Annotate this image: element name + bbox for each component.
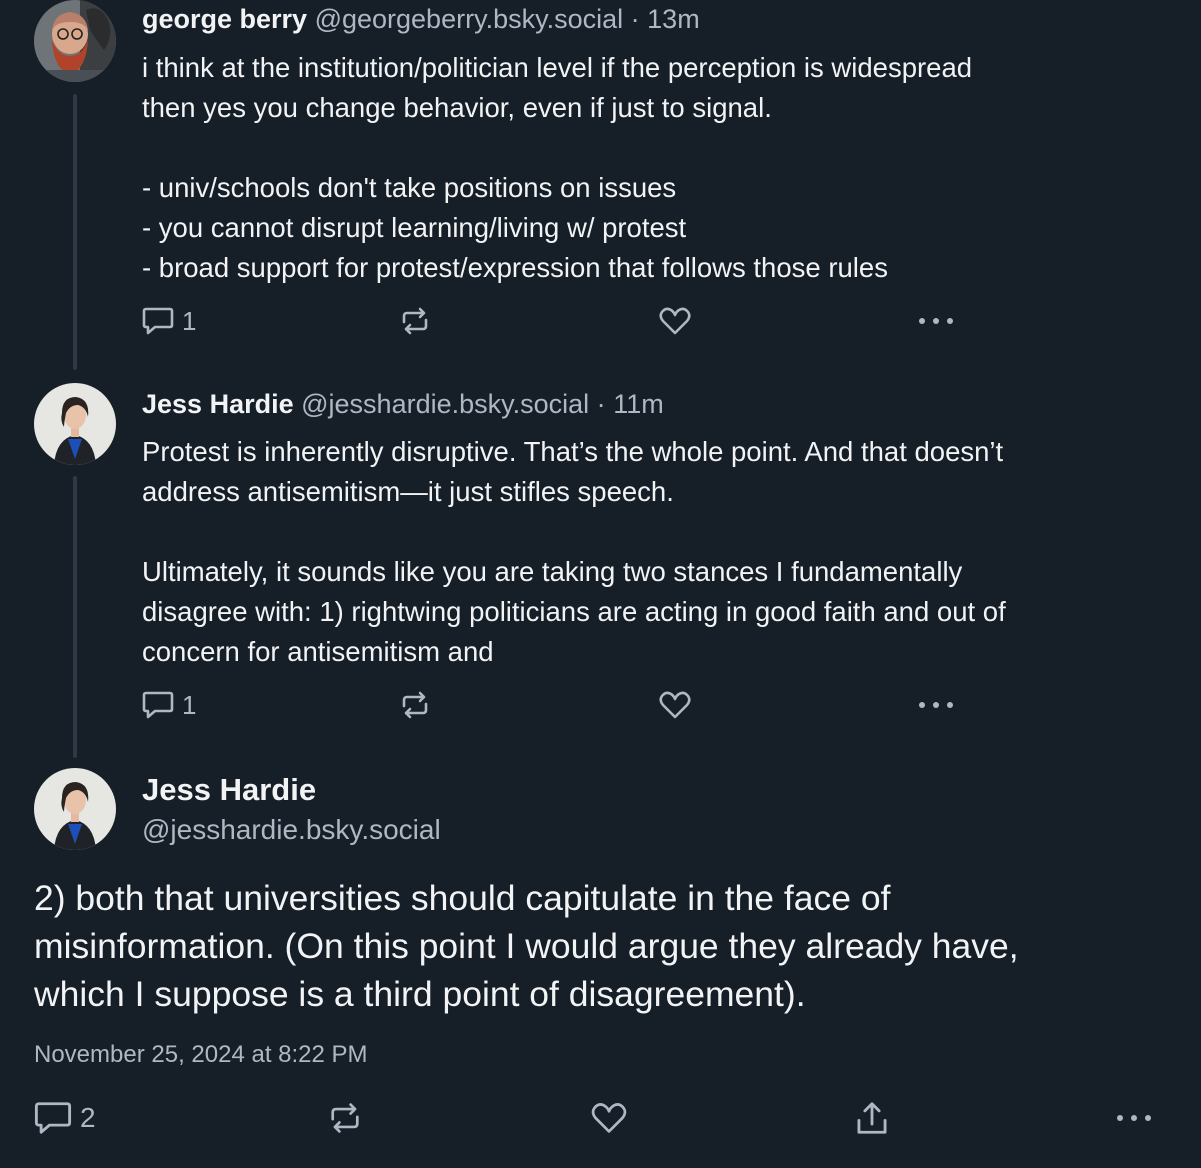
post-line: then yes you change behavior, even if ju… <box>142 92 772 123</box>
post-line: i think at the institution/politician le… <box>142 52 973 83</box>
post-line: - you cannot disrupt learning/living w/ … <box>142 212 687 243</box>
more-dots-icon <box>919 702 953 708</box>
share-button[interactable] <box>854 1096 890 1140</box>
post-actions: 1 <box>142 687 1162 723</box>
reply-count: 1 <box>182 305 197 336</box>
post-line: which I suppose is a third point of disa… <box>34 974 806 1014</box>
like-button[interactable] <box>658 687 692 723</box>
reply-count: 1 <box>182 689 197 720</box>
avatar[interactable] <box>34 768 116 850</box>
avatar[interactable] <box>34 0 116 82</box>
post-header: Jess Hardie @jesshardie.bsky.social · 11… <box>142 387 664 421</box>
repost-arrows-icon <box>402 307 428 335</box>
speech-bubble-icon <box>34 1102 72 1134</box>
reply-button[interactable]: 2 <box>34 1096 96 1140</box>
post-actions: 1 <box>142 303 1162 339</box>
avatar[interactable] <box>34 383 116 465</box>
post-line: disagree with: 1) rightwing politicians … <box>142 596 1006 627</box>
post-text: Protest is inherently disruptive. That’s… <box>142 432 1172 672</box>
post-line: misinformation. (On this point I would a… <box>34 926 1019 966</box>
author-handle[interactable]: @jesshardie.bsky.social <box>142 812 441 848</box>
reply-button[interactable]: 1 <box>142 687 196 723</box>
more-options-button[interactable] <box>916 687 956 723</box>
post-text: i think at the institution/politician le… <box>142 48 1172 288</box>
post-timestamp: November 25, 2024 at 8:22 PM <box>34 1041 368 1068</box>
reply-count: 2 <box>80 1102 96 1133</box>
more-dots-icon <box>1117 1115 1151 1121</box>
repost-button[interactable] <box>326 1096 364 1140</box>
heart-icon <box>659 691 691 719</box>
repost-button[interactable] <box>398 687 432 723</box>
post-time[interactable]: 13m <box>647 4 700 34</box>
thread-connector <box>73 94 77 370</box>
woman-portrait-avatar-icon <box>34 768 116 850</box>
author-handle[interactable]: @jesshardie.bsky.social <box>301 389 589 419</box>
repost-button[interactable] <box>398 303 432 339</box>
post-line: concern for antisemitism and <box>142 636 494 667</box>
repost-arrows-icon <box>331 1103 359 1133</box>
post-line: Protest is inherently disruptive. That’s… <box>142 436 1004 467</box>
speech-bubble-icon <box>142 691 174 719</box>
post-line: - univ/schools don't take positions on i… <box>142 172 677 203</box>
author-name[interactable]: Jess Hardie <box>142 389 294 419</box>
separator: · <box>630 4 640 34</box>
share-icon <box>857 1102 887 1134</box>
author-name[interactable]: george berry <box>142 4 307 34</box>
speech-bubble-icon <box>142 307 174 335</box>
like-button[interactable] <box>590 1096 628 1140</box>
author-handle[interactable]: @georgeberry.bsky.social <box>315 4 624 34</box>
post-time[interactable]: 11m <box>613 389 664 419</box>
thread-connector <box>73 476 77 758</box>
heart-icon <box>659 307 691 335</box>
separator: · <box>596 389 606 419</box>
post-line: 2) both that universities should capitul… <box>34 878 891 918</box>
post-line: Ultimately, it sounds like you are takin… <box>142 556 963 587</box>
post-line: address antisemitism—it just stifles spe… <box>142 476 674 507</box>
like-button[interactable] <box>658 303 692 339</box>
bearded-man-avatar-icon <box>34 0 116 82</box>
more-dots-icon <box>919 318 953 324</box>
thread-view: george berry @georgeberry.bsky.social · … <box>0 0 1201 1168</box>
post-text: 2) both that universities should capitul… <box>34 874 1174 1018</box>
reply-button[interactable]: 1 <box>142 303 196 339</box>
post-header: george berry @georgeberry.bsky.social · … <box>142 2 700 36</box>
post-line: - broad support for protest/expression t… <box>142 252 888 283</box>
author-name[interactable]: Jess Hardie <box>142 772 316 808</box>
post-actions: 2 <box>34 1096 1164 1140</box>
more-options-button[interactable] <box>1114 1096 1154 1140</box>
repost-arrows-icon <box>402 691 428 719</box>
woman-portrait-avatar-icon <box>34 383 116 465</box>
more-options-button[interactable] <box>916 303 956 339</box>
heart-icon <box>591 1103 627 1133</box>
